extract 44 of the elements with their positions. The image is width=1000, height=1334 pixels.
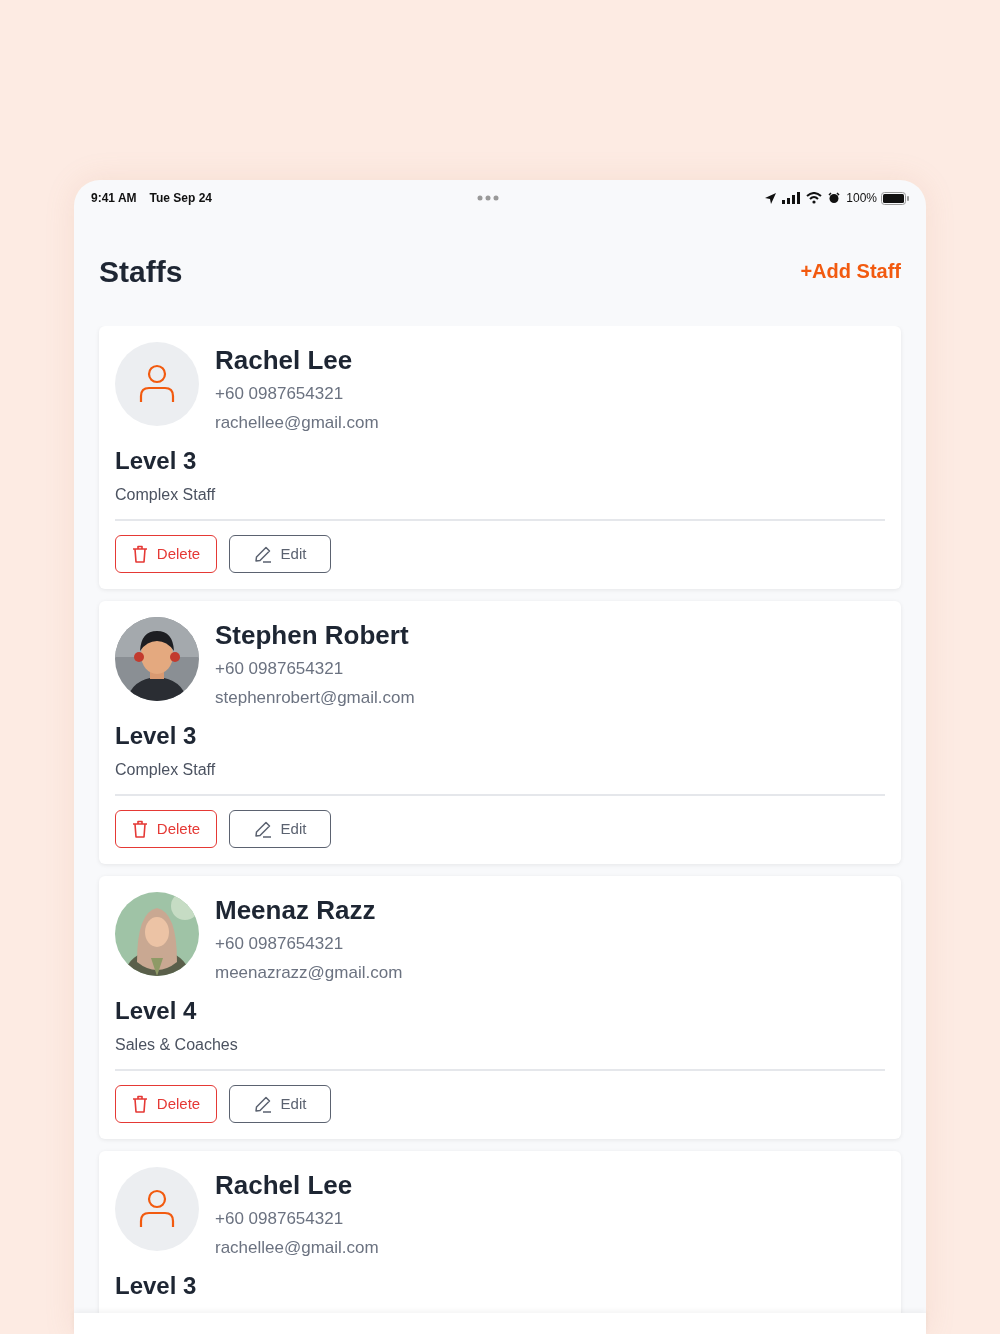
delete-button[interactable]: Delete xyxy=(115,1085,217,1123)
person-icon xyxy=(139,1189,175,1229)
staff-name: Rachel Lee xyxy=(215,344,354,377)
staff-name: Stephen Robert xyxy=(215,619,410,652)
staff-role: Complex Staff xyxy=(115,485,217,505)
staff-email: rachellee@gmail.com xyxy=(215,1237,379,1259)
staff-email: stephenrobert@gmail.com xyxy=(215,687,415,709)
page-title: Staffs xyxy=(99,253,183,290)
signal-icon xyxy=(782,192,801,204)
staff-level: Level 3 xyxy=(115,721,198,751)
trash-icon xyxy=(131,1095,148,1113)
staff-email: rachellee@gmail.com xyxy=(215,412,379,434)
staff-phone: +60 0987654321 xyxy=(215,933,345,955)
staff-email: meenazrazz@gmail.com xyxy=(215,962,403,984)
alarm-icon xyxy=(828,192,841,204)
staff-name: Meenaz Razz xyxy=(215,894,377,927)
staff-level: Level 4 xyxy=(115,996,198,1026)
more-icon xyxy=(477,195,500,201)
pencil-icon xyxy=(253,820,272,838)
delete-button[interactable]: Delete xyxy=(115,535,217,573)
pencil-icon xyxy=(253,1095,272,1113)
staff-role: Complex Staff xyxy=(115,760,217,780)
edit-button[interactable]: Edit xyxy=(229,810,331,848)
staff-phone: +60 0987654321 xyxy=(215,383,345,405)
trash-icon xyxy=(131,820,148,838)
edit-button[interactable]: Edit xyxy=(229,535,331,573)
person-icon xyxy=(139,364,175,404)
add-staff-link[interactable]: +Add Staff xyxy=(800,256,901,286)
staff-level: Level 3 xyxy=(115,1271,198,1301)
battery-icon xyxy=(881,191,909,205)
pencil-icon xyxy=(253,545,272,563)
staff-name: Rachel Lee xyxy=(215,1169,354,1202)
status-time: 9:41 AM xyxy=(91,190,137,207)
delete-button[interactable]: Delete xyxy=(115,810,217,848)
staff-level: Level 3 xyxy=(115,446,198,476)
wifi-icon xyxy=(806,192,823,204)
location-icon xyxy=(764,191,778,205)
staff-phone: +60 0987654321 xyxy=(215,658,345,680)
edit-button[interactable]: Edit xyxy=(229,1085,331,1123)
staff-role: Sales & Coaches xyxy=(115,1035,239,1055)
staff-phone: +60 0987654321 xyxy=(215,1208,345,1230)
status-date: Tue Sep 24 xyxy=(149,190,213,207)
battery-percent: 100% xyxy=(846,190,877,207)
trash-icon xyxy=(131,545,148,563)
